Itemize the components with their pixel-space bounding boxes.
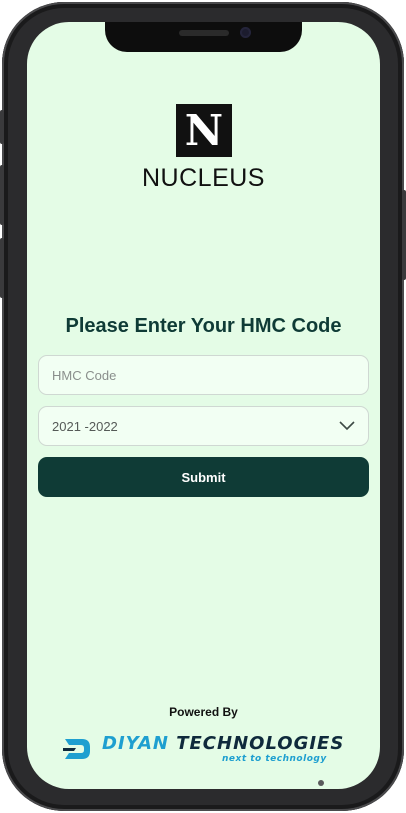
volume-up-button bbox=[0, 165, 4, 225]
hmc-code-input[interactable] bbox=[38, 355, 369, 395]
submit-button[interactable]: Submit bbox=[38, 457, 369, 497]
front-camera bbox=[240, 27, 251, 38]
frame-sensor-dot bbox=[318, 780, 324, 786]
company-name: DIYAN TECHNOLOGIES bbox=[102, 734, 344, 754]
notch bbox=[105, 22, 302, 52]
volume-down-button bbox=[0, 238, 4, 298]
logo-letter: N bbox=[184, 105, 224, 155]
silent-switch bbox=[0, 110, 4, 144]
nucleus-logo: N bbox=[176, 104, 232, 157]
powered-by-label: Powered By bbox=[169, 705, 238, 719]
power-button bbox=[402, 190, 406, 280]
brand-name: NUCLEUS bbox=[142, 164, 265, 192]
diyan-logo-icon bbox=[63, 739, 90, 759]
company-name-part1: DIYAN bbox=[102, 733, 169, 754]
company-tagline: next to technology bbox=[222, 754, 327, 764]
earpiece-speaker bbox=[179, 30, 229, 36]
chevron-down-icon bbox=[339, 421, 355, 431]
form-heading: Please Enter Your HMC Code bbox=[65, 315, 342, 337]
company-name-part2: TECHNOLOGIES bbox=[176, 733, 345, 754]
academic-year-value: 2021 -2022 bbox=[52, 418, 118, 434]
app-screen: N NUCLEUS Please Enter Your HMC Code 202… bbox=[27, 22, 380, 789]
academic-year-select[interactable]: 2021 -2022 bbox=[38, 406, 369, 446]
company-logo: DIYAN TECHNOLOGIES next to technology bbox=[62, 734, 352, 766]
